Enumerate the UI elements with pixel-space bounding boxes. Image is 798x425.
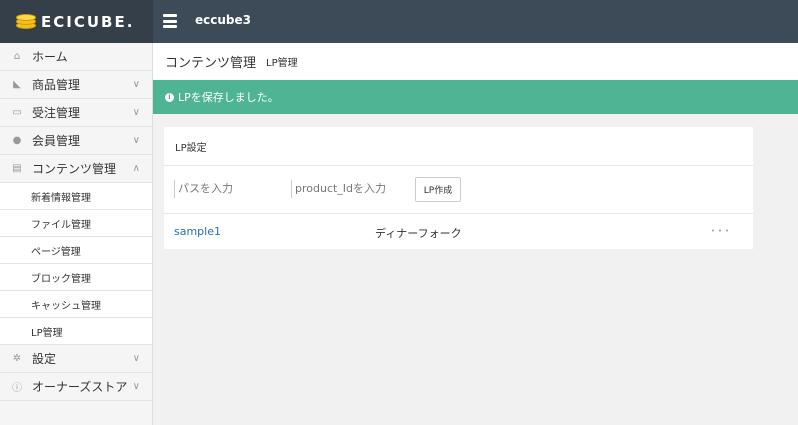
- path-input[interactable]: パスを入力: [174, 180, 279, 198]
- chevron-down-icon: ∨: [132, 381, 140, 392]
- sidebar-subitem-lp[interactable]: LP管理: [0, 318, 152, 345]
- home-icon: ⌂: [13, 51, 21, 62]
- page-header: コンテンツ管理 LP管理: [153, 43, 798, 80]
- chevron-down-icon: ∨: [132, 135, 140, 146]
- page-subtitle: LP管理: [266, 58, 298, 69]
- create-lp-button[interactable]: LP作成: [415, 177, 461, 202]
- product-id-input[interactable]: product_Idを入力: [291, 180, 409, 198]
- sidebar-item-home[interactable]: ⌂ ホーム: [0, 43, 152, 71]
- sidebar-subitem-news[interactable]: 新着情報管理: [0, 183, 152, 210]
- file-icon: ▤: [12, 163, 22, 174]
- lp-create-form: パスを入力 product_Idを入力 LP作成: [164, 166, 753, 214]
- sidebar-item-label: 設定: [32, 352, 57, 366]
- sidebar-item-label: 会員管理: [32, 134, 81, 148]
- sidebar-item-label: コンテンツ管理: [32, 162, 117, 176]
- sidebar-item-label: 受注管理: [32, 106, 81, 120]
- sidebar-subitem-cache[interactable]: キャッシュ管理: [0, 291, 152, 318]
- lp-settings-card: LP設定 パスを入力 product_Idを入力 LP作成 sample1 ディ…: [164, 127, 753, 249]
- chevron-down-icon: ∨: [132, 107, 140, 118]
- shop-name[interactable]: eccube3: [195, 13, 251, 27]
- coin-stack-icon: [16, 13, 36, 29]
- cart-icon: ▭: [12, 107, 22, 118]
- info-icon: i: [165, 92, 174, 102]
- page-title: コンテンツ管理: [165, 56, 257, 71]
- logo[interactable]: ECICUBE.: [0, 0, 153, 43]
- more-options-icon[interactable]: ･･･: [710, 222, 731, 239]
- sidebar-item-settings[interactable]: ✲ 設定 ∨: [0, 345, 152, 373]
- card-title: LP設定: [164, 127, 753, 166]
- sidebar: ⌂ ホーム ◣ 商品管理 ∨ ▭ 受注管理 ∨ ● 会員管理 ∨ ▤ コンテンツ…: [0, 43, 153, 425]
- chevron-down-icon: ∨: [132, 353, 140, 364]
- gear-icon: ✲: [12, 353, 22, 364]
- lp-link[interactable]: sample1: [174, 225, 221, 238]
- sidebar-item-products[interactable]: ◣ 商品管理 ∨: [0, 71, 152, 99]
- sidebar-subitem-files[interactable]: ファイル管理: [0, 210, 152, 237]
- sidebar-item-customers[interactable]: ● 会員管理 ∨: [0, 127, 152, 155]
- logo-text: ECICUBE.: [41, 12, 135, 31]
- top-bar: ECICUBE. eccube3: [0, 0, 798, 43]
- product-name: ディナーフォーク: [375, 227, 462, 240]
- sidebar-item-label: 商品管理: [32, 78, 81, 92]
- tag-icon: ◣: [13, 79, 21, 90]
- sidebar-item-label: オーナーズストア: [32, 380, 128, 394]
- users-icon: ●: [12, 135, 22, 146]
- sidebar-item-owners-store[interactable]: ⓘ オーナーズストア ∨: [0, 373, 152, 401]
- sidebar-subitem-pages[interactable]: ページ管理: [0, 237, 152, 264]
- sidebar-item-contents[interactable]: ▤ コンテンツ管理 ∧: [0, 155, 152, 183]
- sidebar-subitem-blocks[interactable]: ブロック管理: [0, 264, 152, 291]
- chevron-up-icon: ∧: [132, 163, 140, 174]
- table-row: sample1 ディナーフォーク ･･･: [164, 214, 753, 249]
- chevron-down-icon: ∨: [132, 79, 140, 90]
- info-circle-icon: ⓘ: [12, 383, 22, 394]
- sidebar-item-label: ホーム: [32, 50, 68, 64]
- sidebar-item-orders[interactable]: ▭ 受注管理 ∨: [0, 99, 152, 127]
- menu-icon[interactable]: [163, 13, 177, 29]
- alert-message: LPを保存しました。: [178, 91, 279, 104]
- success-alert: i LPを保存しました。: [153, 80, 798, 114]
